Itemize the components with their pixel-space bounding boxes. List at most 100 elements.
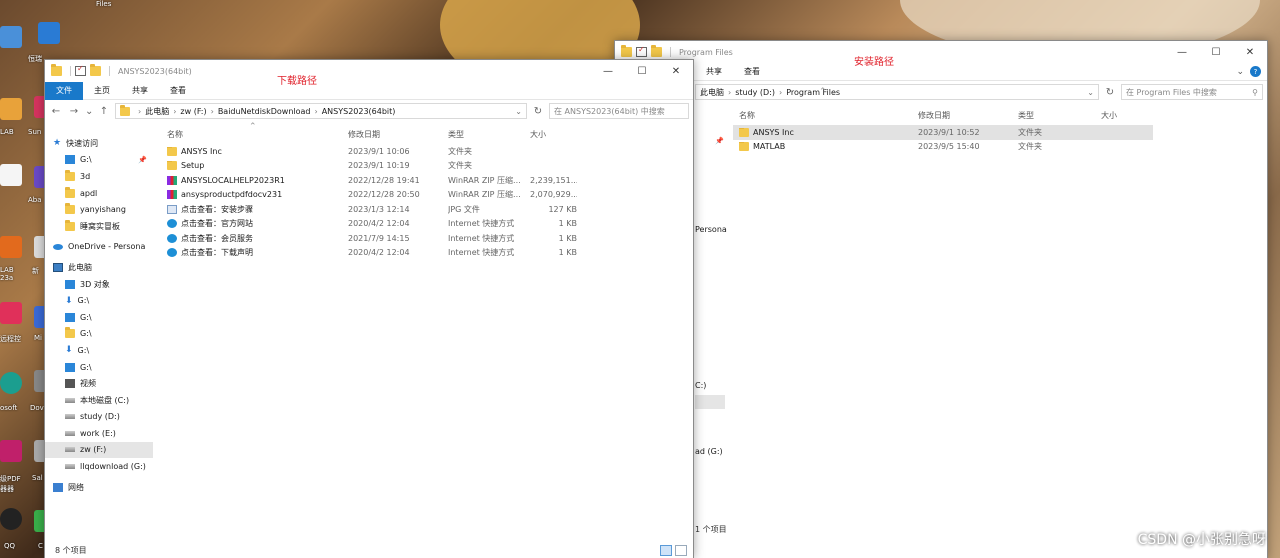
nav-item[interactable]: 3D 对象 — [45, 276, 153, 293]
tab-home[interactable]: 主页 — [83, 82, 121, 100]
chevron-right-icon[interactable]: › — [779, 88, 782, 97]
breadcrumb-item[interactable]: BaiduNetdiskDownload — [218, 107, 311, 116]
nav-item[interactable]: 本地磁盘 (C:) — [45, 392, 153, 409]
properties-icon[interactable] — [75, 64, 86, 76]
nav-item[interactable]: ★ 快速访问 — [45, 135, 153, 152]
file-row[interactable]: 点击查看：会员服务 2021/7/9 14:15 Internet 快捷方式 1 KB — [161, 231, 581, 246]
nav-item[interactable]: G:\ — [45, 326, 153, 343]
nav-item[interactable]: apdl — [45, 185, 153, 202]
nav-item[interactable]: G:\ — [45, 309, 153, 326]
desktop-matlab-icon[interactable] — [0, 236, 22, 258]
refresh-icon[interactable]: ↻ — [531, 106, 545, 117]
maximize-icon[interactable]: ☐ — [1199, 41, 1233, 63]
file-row[interactable]: ansysproductpdfdocv231 2022/12/28 20:50 Wi… — [161, 188, 581, 203]
close-icon[interactable]: ✕ — [659, 60, 693, 82]
nav-item[interactable]: ⬇ G:\ — [45, 292, 153, 309]
col-size[interactable]: 大小 — [530, 129, 580, 140]
nav-item-label: study (D:) — [80, 412, 120, 422]
close-icon[interactable]: ✕ — [1233, 41, 1267, 63]
file-row[interactable]: ANSYS Inc 2023/9/1 10:52 文件夹 — [733, 125, 1153, 140]
minimize-icon[interactable]: — — [1165, 41, 1199, 63]
title-bar[interactable]: ANSYS2023(64bit) — ☐ ✕ — [45, 60, 693, 82]
chevron-right-icon[interactable]: › — [314, 107, 317, 116]
chevron-right-icon[interactable]: › — [173, 107, 176, 116]
ansys-download-window[interactable]: ANSYS2023(64bit) — ☐ ✕ 文件 主页 共享 查看 ← → ⌄… — [44, 59, 694, 558]
file-row[interactable]: MATLAB 2023/9/5 15:40 文件夹 — [733, 140, 1153, 155]
nav-item[interactable]: G:\ 📌 — [45, 152, 153, 169]
col-date[interactable]: 修改日期 — [918, 110, 1018, 121]
desktop-edge-icon[interactable] — [0, 372, 22, 394]
forward-icon[interactable]: → — [67, 106, 81, 117]
col-type[interactable]: 类型 — [1018, 110, 1101, 121]
desktop-app-icon[interactable] — [0, 98, 22, 120]
properties-icon[interactable] — [636, 45, 647, 57]
maximize-icon[interactable]: ☐ — [625, 60, 659, 82]
address-bar[interactable]: 此电脑 › study (D:) › Program Files ⌄ — [695, 84, 1099, 100]
breadcrumb-item[interactable]: zw (F:) — [180, 107, 206, 116]
chevron-right-icon[interactable]: › — [138, 107, 141, 116]
file-row[interactable]: ANSYSLOCALHELP2023R1 2022/12/28 19:41 WinR… — [161, 173, 581, 188]
new-folder-icon[interactable] — [90, 64, 101, 76]
chevron-right-icon[interactable]: › — [211, 107, 214, 116]
desktop-cloud-icon[interactable] — [38, 22, 60, 44]
desktop-file-icon[interactable] — [0, 164, 22, 186]
nav-item[interactable]: 此电脑 — [45, 259, 153, 276]
col-name[interactable]: 名称 — [733, 110, 918, 121]
chevron-down-icon[interactable]: ⌄ — [1087, 88, 1094, 97]
chevron-down-icon[interactable]: ⌄ — [1236, 67, 1244, 77]
file-row[interactable]: ANSYS Inc 2023/9/1 10:06 文件夹 — [161, 144, 581, 159]
chevron-right-icon[interactable]: › — [728, 88, 731, 97]
nav-item[interactable]: ⬇ G:\ — [45, 342, 153, 359]
tab-share[interactable]: 共享 — [695, 63, 733, 81]
breadcrumb-item[interactable]: 此电脑 — [700, 87, 724, 98]
chevron-down-icon[interactable]: ⌄ — [515, 107, 522, 116]
nav-item[interactable]: yanyishang — [45, 201, 153, 218]
refresh-icon[interactable]: ↻ — [1103, 87, 1117, 98]
col-date[interactable]: 修改日期 — [348, 129, 448, 140]
breadcrumb-item[interactable]: Program Files — [786, 88, 840, 97]
tab-share[interactable]: 共享 — [121, 82, 159, 100]
pin-icon[interactable]: 📌 — [138, 156, 147, 164]
nav-item[interactable]: zw (F:) — [45, 441, 153, 459]
breadcrumb-item[interactable]: ANSYS2023(64bit) — [322, 107, 396, 116]
nav-item[interactable]: study (D:) — [45, 409, 153, 426]
col-size[interactable]: 大小 — [1101, 110, 1151, 121]
tab-view[interactable]: 查看 — [159, 82, 197, 100]
desktop-qq-icon[interactable] — [0, 508, 22, 530]
up-icon[interactable]: ↑ — [97, 106, 111, 117]
program-files-window[interactable]: Program Files — ☐ ✕ 共享 查看 ⌄ ? 此电脑 › stud… — [614, 40, 1268, 558]
nav-item[interactable]: G:\ — [45, 359, 153, 376]
file-row[interactable]: 点击查看：安装步骤 2023/1/3 12:14 JPG 文件 127 KB — [161, 202, 581, 217]
new-folder-icon[interactable] — [651, 45, 662, 57]
desktop-app-icon[interactable] — [0, 26, 22, 48]
nav-item[interactable]: 网络 — [45, 479, 153, 496]
file-row[interactable]: 点击查看：下载声明 2020/4/2 12:04 Internet 快捷方式 1 KB — [161, 246, 581, 261]
breadcrumb-item[interactable]: 此电脑 — [145, 106, 169, 117]
nav-item[interactable]: 睡窝实冒板 — [45, 218, 153, 235]
col-name[interactable]: 名称 — [161, 129, 348, 140]
file-row[interactable]: 点击查看：官方网站 2020/4/2 12:04 Internet 快捷方式 1 KB — [161, 217, 581, 232]
tab-file[interactable]: 文件 — [45, 81, 83, 100]
breadcrumb-item[interactable]: study (D:) — [735, 88, 775, 97]
title-bar[interactable]: Program Files — ☐ ✕ — [615, 41, 1267, 63]
large-icons-view-icon[interactable] — [675, 545, 687, 556]
search-input[interactable]: 在 Program Files 中搜索 ⚲ — [1121, 84, 1263, 100]
address-bar[interactable]: › 此电脑 › zw (F:) › BaiduNetdiskDownload ›… — [115, 103, 527, 119]
search-input[interactable]: 在 ANSYS2023(64bit) 中搜索 — [549, 103, 689, 119]
help-icon[interactable]: ? — [1250, 66, 1261, 77]
pin-icon[interactable]: 📌 — [715, 137, 724, 145]
back-icon[interactable]: ← — [49, 106, 63, 117]
col-type[interactable]: 类型 — [448, 129, 530, 140]
nav-item[interactable]: 视频 — [45, 375, 153, 392]
nav-item[interactable]: 3d — [45, 168, 153, 185]
tab-view[interactable]: 查看 — [733, 63, 771, 81]
desktop-remote-icon[interactable] — [0, 302, 22, 324]
details-view-icon[interactable] — [660, 545, 672, 556]
desktop-pdf-icon[interactable] — [0, 440, 22, 462]
nav-item[interactable]: OneDrive - Persona — [45, 239, 153, 256]
minimize-icon[interactable]: — — [591, 60, 625, 82]
file-row[interactable]: Setup 2023/9/1 10:19 文件夹 — [161, 159, 581, 174]
chevron-down-icon[interactable]: ⌄ — [85, 106, 93, 117]
nav-item[interactable]: work (E:) — [45, 425, 153, 442]
nav-item[interactable]: llqdownload (G:) — [45, 458, 153, 475]
